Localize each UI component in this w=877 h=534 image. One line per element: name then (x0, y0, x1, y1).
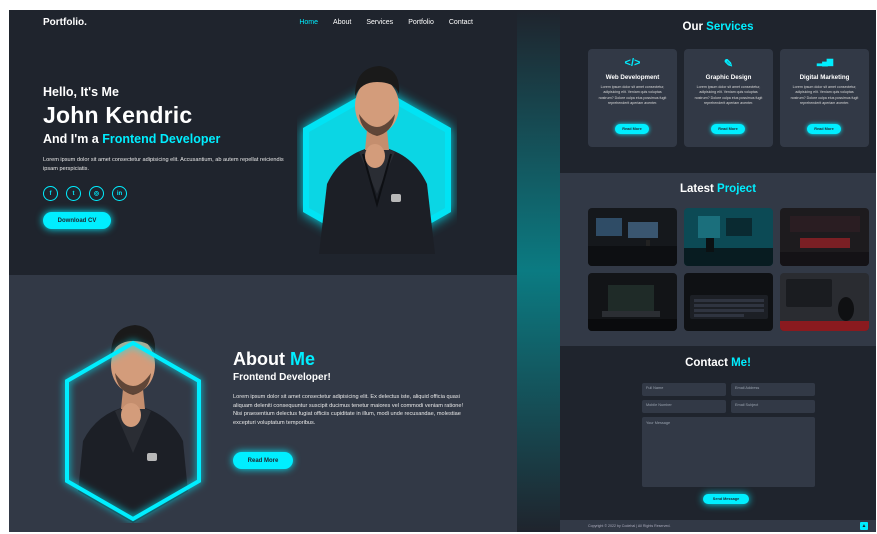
full-name-field[interactable]: Full Name (642, 383, 726, 396)
form-row: Mobile Number Email Subject (642, 400, 815, 413)
nav-item-contact[interactable]: Contact (449, 19, 473, 26)
code-icon: </> (624, 57, 641, 69)
portfolio-title: Latest Project (560, 183, 876, 195)
home-section: Portfolio. Home About Services Portfolio… (9, 10, 517, 275)
project-image[interactable] (780, 208, 869, 266)
project-thumbnail-desk-monitors (588, 208, 677, 266)
service-card-text: Lorem ipsum dolor sit amet consectetur, … (790, 85, 859, 106)
about-section: About Me Frontend Developer! Lorem ipsum… (9, 275, 517, 532)
nav-menu: Home About Services Portfolio Contact (299, 19, 473, 26)
services-title-accent: Services (706, 21, 754, 33)
project-image[interactable] (684, 273, 773, 331)
project-image[interactable] (780, 273, 869, 331)
header-nav: Portfolio. Home About Services Portfolio… (9, 10, 517, 38)
about-read-more-button[interactable]: Read More (233, 452, 293, 469)
facebook-icon[interactable]: f (43, 186, 58, 201)
email-subject-field[interactable]: Email Subject (731, 400, 815, 413)
portfolio-section: Latest Project (560, 173, 876, 346)
project-thumbnail-red-gaming-desk (780, 208, 869, 266)
message-textarea[interactable]: Your Message (642, 417, 815, 487)
about-title-accent: Me (289, 349, 315, 369)
footer-copyright: Copyright © 2022 by Codehal | All Rights… (588, 523, 671, 528)
project-image[interactable] (588, 273, 677, 331)
contact-title-prefix: Contact (685, 357, 732, 369)
instagram-icon[interactable]: ◎ (89, 186, 104, 201)
logo[interactable]: Portfolio. (43, 17, 87, 28)
portfolio-title-accent: Project (717, 183, 757, 195)
contact-title-accent: Me! (731, 357, 751, 369)
about-portrait-image (65, 325, 201, 523)
service-card-text: Lorem ipsum dolor sit amet consectetur, … (598, 85, 667, 106)
service-read-more-button[interactable]: Read More (807, 124, 841, 134)
nav-item-about[interactable]: About (333, 19, 351, 26)
project-image[interactable] (684, 208, 773, 266)
services-cards: </> Web Development Lorem ipsum dolor si… (588, 49, 869, 147)
project-thumbnail-laptop-dark (588, 273, 677, 331)
service-card-text: Lorem ipsum dolor sit amet consectetur, … (694, 85, 763, 106)
mobile-number-field[interactable]: Mobile Number (642, 400, 726, 413)
contact-section: Contact Me! Full Name Email Address Mobi… (560, 346, 876, 532)
portfolio-title-prefix: Latest (679, 183, 718, 195)
hero-greeting: Hello, It's Me (43, 85, 119, 99)
contact-title: Contact Me! (560, 357, 876, 369)
download-cv-button[interactable]: Download CV (43, 212, 111, 229)
service-read-more-button[interactable]: Read More (615, 124, 649, 134)
hero-portrait-image (303, 66, 451, 254)
hero-role: And I'm a Frontend Developer (43, 132, 220, 146)
project-thumbnail-teal-workspace (684, 208, 773, 266)
service-card-title: Digital Marketing (799, 74, 850, 81)
hero-name: John Kendric (43, 102, 193, 128)
project-thumbnail-mouse-pad (780, 273, 869, 331)
nav-item-services[interactable]: Services (366, 19, 393, 26)
hero-description: Lorem ipsum dolor sit amet consectetur a… (43, 157, 284, 172)
project-image[interactable] (588, 208, 677, 266)
footer: Copyright © 2022 by Codehal | All Rights… (560, 520, 876, 532)
send-message-button[interactable]: Send Message (703, 494, 749, 504)
scroll-top-icon[interactable]: ▲ (860, 522, 868, 530)
screenshot-canvas: Portfolio. Home About Services Portfolio… (0, 0, 877, 534)
services-title: Our Services (560, 21, 876, 33)
about-title-prefix: About (233, 349, 290, 369)
project-thumbnail-keyboard (684, 273, 773, 331)
twitter-icon[interactable]: t (66, 186, 81, 201)
about-subtitle: Frontend Developer! (233, 372, 331, 383)
portfolio-left-panel: Portfolio. Home About Services Portfolio… (9, 10, 517, 532)
service-card-web-development: </> Web Development Lorem ipsum dolor si… (588, 49, 677, 147)
hero-role-prefix: And I'm a (43, 132, 103, 146)
about-title: About Me (233, 349, 315, 370)
pen-brush-icon: ✎ (723, 58, 734, 70)
portfolio-right-panel: Our Services </> Web Development Lorem i… (560, 10, 876, 532)
form-row: Full Name Email Address (642, 383, 815, 396)
project-grid (588, 208, 869, 331)
service-card-title: Graphic Design (705, 74, 752, 81)
service-card-title: Web Development (605, 74, 660, 81)
nav-item-home[interactable]: Home (299, 19, 318, 26)
email-field[interactable]: Email Address (731, 383, 815, 396)
service-read-more-button[interactable]: Read More (711, 124, 745, 134)
services-title-prefix: Our (682, 21, 707, 33)
service-card-graphic-design: ✎ Graphic Design Lorem ipsum dolor sit a… (684, 49, 773, 147)
social-links: f t ◎ in (43, 186, 127, 201)
hero-role-accent: Frontend Developer (102, 132, 221, 146)
services-section: Our Services </> Web Development Lorem i… (560, 10, 876, 173)
about-description: Lorem ipsum dolor sit amet consectetur a… (233, 394, 464, 426)
contact-form: Full Name Email Address Mobile Number Em… (642, 383, 815, 487)
background-glow-strip (517, 10, 560, 532)
service-card-digital-marketing: ▂▄▆ Digital Marketing Lorem ipsum dolor … (780, 49, 869, 147)
linkedin-icon[interactable]: in (112, 186, 127, 201)
bar-chart-icon: ▂▄▆ (817, 57, 833, 66)
nav-item-portfolio[interactable]: Portfolio (408, 19, 434, 26)
